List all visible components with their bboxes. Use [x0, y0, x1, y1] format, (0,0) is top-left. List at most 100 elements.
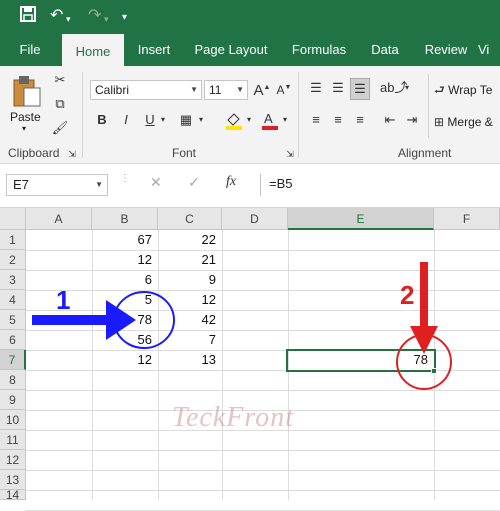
name-box[interactable]: E7 ▼ — [6, 174, 108, 196]
row-header-13[interactable]: 13 — [0, 470, 26, 490]
align-bottom-icon[interactable]: ☰ — [350, 78, 370, 100]
chevron-down-icon: ▼ — [190, 85, 198, 94]
fill-color-dropdown-icon[interactable]: ▾ — [244, 110, 254, 132]
redo-icon[interactable]: ↷ — [88, 6, 101, 26]
column-header-e[interactable]: E — [288, 208, 434, 230]
column-header-a[interactable]: A — [26, 208, 92, 230]
copy-icon[interactable]: ⧉ — [50, 94, 70, 116]
undo-icon[interactable]: ↶ — [50, 6, 63, 26]
align-right-icon[interactable]: ≡ — [350, 110, 370, 132]
row-header-3[interactable]: 3 — [0, 270, 26, 290]
worksheet-grid[interactable]: A B C D E F 1 2 3 4 5 6 7 8 9 10 11 12 13 14 67 22 12 21… — [0, 208, 500, 511]
tab-view[interactable]: Vi — [478, 34, 500, 66]
row-header-9[interactable]: 9 — [0, 390, 26, 410]
row-header-8[interactable]: 8 — [0, 370, 26, 390]
cell-b5[interactable]: 78 — [92, 310, 158, 330]
row-header-11[interactable]: 11 — [0, 430, 26, 450]
orientation-icon[interactable]: ab⤴ — [380, 78, 407, 100]
font-name-combo[interactable]: Calibri ▼ — [90, 80, 202, 100]
row-header-6[interactable]: 6 — [0, 330, 26, 350]
font-color-icon[interactable]: A — [260, 110, 280, 132]
align-top-icon[interactable]: ☰ — [306, 78, 326, 100]
column-header-f[interactable]: F — [434, 208, 500, 230]
column-header-c[interactable]: C — [158, 208, 222, 230]
cell-c4[interactable]: 12 — [158, 290, 222, 310]
font-group-label: Font — [172, 146, 197, 160]
cell-c1[interactable]: 22 — [158, 230, 222, 250]
chevron-down-icon: ▼ — [95, 180, 103, 189]
row-header-4[interactable]: 4 — [0, 290, 26, 310]
tab-insert[interactable]: Insert — [128, 34, 180, 66]
row-header-1[interactable]: 1 — [0, 230, 26, 250]
cancel-icon[interactable]: ✕ — [150, 174, 162, 191]
row-header-5[interactable]: 5 — [0, 310, 26, 330]
ribbon-tabs: File Home Insert Page Layout Formulas Da… — [0, 34, 500, 66]
italic-button[interactable]: I — [116, 110, 136, 132]
formula-bar: E7 ▼ ⋮ ✕ ✓ fx =B5 — [0, 164, 500, 208]
format-painter-icon[interactable]: 🖌 — [50, 118, 70, 140]
increase-indent-icon[interactable]: ⇥ — [402, 110, 422, 132]
align-middle-icon[interactable]: ☰ — [328, 78, 348, 100]
cell-b7[interactable]: 12 — [92, 350, 158, 370]
row-header-2[interactable]: 2 — [0, 250, 26, 270]
decrease-indent-icon[interactable]: ⇤ — [380, 110, 400, 132]
customize-qat-icon[interactable]: ▾ — [122, 8, 127, 28]
cell-b4[interactable]: 5 — [92, 290, 158, 310]
borders-dropdown-icon[interactable]: ▾ — [196, 110, 206, 132]
tab-review[interactable]: Review — [418, 34, 474, 66]
underline-button[interactable]: U — [140, 110, 160, 132]
borders-icon[interactable]: ▦ — [176, 110, 196, 132]
align-center-icon[interactable]: ≡ — [328, 110, 348, 132]
cell-c2[interactable]: 21 — [158, 250, 222, 270]
align-left-icon[interactable]: ≡ — [306, 110, 326, 132]
tab-data[interactable]: Data — [364, 34, 406, 66]
decrease-font-icon[interactable]: A▼ — [274, 78, 294, 100]
redo-dropdown-icon[interactable]: ▾ — [104, 9, 109, 29]
column-header-b[interactable]: B — [92, 208, 158, 230]
font-launcher-icon[interactable]: ⇲ — [284, 144, 296, 166]
enter-icon[interactable]: ✓ — [188, 174, 200, 191]
chevron-down-icon: ▼ — [236, 85, 244, 94]
font-size-combo[interactable]: 11 ▼ — [204, 80, 248, 100]
cell-b2[interactable]: 12 — [92, 250, 158, 270]
increase-font-icon[interactable]: A▲ — [252, 78, 272, 100]
paste-button[interactable]: Paste ▾ — [8, 72, 46, 133]
cell-c6[interactable]: 7 — [158, 330, 222, 350]
row-header-12[interactable]: 12 — [0, 450, 26, 470]
row-header-14[interactable]: 14 — [0, 489, 26, 501]
clipboard-group-label: Clipboard — [8, 146, 60, 160]
tab-formulas[interactable]: Formulas — [284, 34, 354, 66]
bold-button[interactable]: B — [92, 110, 112, 132]
clipboard-launcher-icon[interactable]: ⇲ — [66, 144, 78, 166]
select-all-corner[interactable] — [0, 208, 26, 230]
cell-c7[interactable]: 13 — [158, 350, 222, 370]
svg-text:A: A — [264, 111, 273, 126]
cell-c5[interactable]: 42 — [158, 310, 222, 330]
undo-dropdown-icon[interactable]: ▾ — [66, 9, 71, 29]
row-header-7[interactable]: 7 — [0, 350, 26, 370]
cell-b6[interactable]: 56 — [92, 330, 158, 350]
merge-center-button[interactable]: ⊞ Merge & — [434, 112, 500, 132]
wrap-text-button[interactable]: ⮐ Wrap Te — [434, 80, 500, 100]
formula-input[interactable]: =B5 — [260, 174, 500, 196]
cut-icon[interactable]: ✂ — [50, 70, 70, 92]
merge-label: Merge & — [447, 115, 493, 129]
font-size-value: 11 — [209, 83, 222, 97]
orientation-dropdown-icon[interactable]: ▾ — [402, 78, 412, 100]
cell-b1[interactable]: 67 — [92, 230, 158, 250]
font-color-dropdown-icon[interactable]: ▾ — [280, 110, 290, 132]
quick-access-toolbar: ↶ ▾ ↷ ▾ ▾ — [0, 0, 500, 34]
cell-c3[interactable]: 9 — [158, 270, 222, 290]
cell-b3[interactable]: 6 — [92, 270, 158, 290]
tab-home[interactable]: Home — [62, 34, 124, 66]
paste-label: Paste — [10, 110, 41, 124]
save-icon[interactable] — [20, 6, 36, 28]
fill-color-icon[interactable] — [224, 110, 244, 132]
underline-dropdown-icon[interactable]: ▾ — [158, 110, 168, 132]
tab-page-layout[interactable]: Page Layout — [188, 34, 274, 66]
cell-e7[interactable]: 78 — [288, 350, 434, 370]
insert-function-icon[interactable]: fx — [226, 174, 236, 190]
column-header-d[interactable]: D — [222, 208, 288, 230]
row-header-10[interactable]: 10 — [0, 410, 26, 430]
tab-file[interactable]: File — [8, 34, 52, 66]
